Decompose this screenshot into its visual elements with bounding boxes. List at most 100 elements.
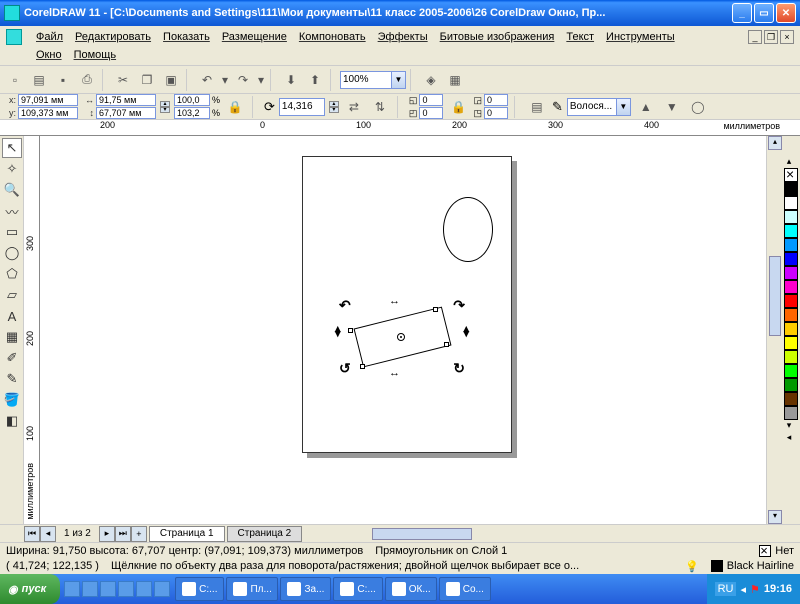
copy-button[interactable]: ❐ bbox=[136, 69, 158, 91]
blend-tool[interactable]: ▦ bbox=[2, 327, 22, 347]
rotate-handle-br[interactable]: ↻ bbox=[453, 360, 465, 377]
doc-close[interactable]: × bbox=[780, 30, 794, 44]
rectangle-tool[interactable]: ▭ bbox=[2, 222, 22, 242]
shape-tool[interactable]: ✧ bbox=[2, 159, 22, 179]
height-input[interactable] bbox=[96, 107, 156, 119]
swatch[interactable] bbox=[784, 350, 798, 364]
swatch[interactable] bbox=[784, 392, 798, 406]
add-page-button[interactable]: + bbox=[131, 526, 147, 542]
scale-y-input[interactable] bbox=[174, 107, 210, 119]
menu-help[interactable]: Помощь bbox=[68, 46, 123, 64]
language-indicator[interactable]: RU bbox=[715, 582, 737, 596]
node-handle[interactable] bbox=[360, 364, 365, 369]
chevron-down-icon[interactable]: ▼ bbox=[392, 71, 406, 89]
undo-button[interactable]: ↶ bbox=[196, 69, 218, 91]
ruler-vertical[interactable]: 100 200 300 миллиметров bbox=[24, 136, 40, 524]
scrollbar-vertical[interactable]: ▴ ▾ bbox=[766, 136, 782, 524]
swatch[interactable] bbox=[784, 238, 798, 252]
to-front-button[interactable]: ▲ bbox=[635, 96, 657, 118]
basic-shapes-tool[interactable]: ▱ bbox=[2, 285, 22, 305]
menu-arrange[interactable]: Компоновать bbox=[293, 28, 372, 46]
ellipse-tool[interactable]: ◯ bbox=[2, 243, 22, 263]
zoom-input[interactable] bbox=[340, 71, 392, 89]
swatch[interactable] bbox=[784, 280, 798, 294]
menu-layout[interactable]: Размещение bbox=[216, 28, 293, 46]
clock[interactable]: 19:16 bbox=[764, 583, 792, 595]
last-page-button[interactable]: ⏭ bbox=[115, 526, 131, 542]
doc-restore[interactable]: ❐ bbox=[764, 30, 778, 44]
swatch[interactable] bbox=[784, 322, 798, 336]
scrollbar-horizontal[interactable] bbox=[312, 527, 800, 541]
maximize-button[interactable]: ▭ bbox=[754, 3, 774, 23]
menu-text[interactable]: Текст bbox=[560, 28, 600, 46]
taskbar-item[interactable]: C:... bbox=[333, 577, 382, 601]
undo-drop[interactable]: ▾ bbox=[220, 69, 230, 91]
zoom-tool[interactable]: 🔍 bbox=[2, 180, 22, 200]
polygon-tool[interactable]: ⬠ bbox=[2, 264, 22, 284]
page-tab-1[interactable]: Страница 1 bbox=[149, 526, 225, 542]
tray-icon[interactable]: ◂ bbox=[740, 583, 746, 596]
swatch[interactable] bbox=[784, 252, 798, 266]
eyedropper-tool[interactable]: ✐ bbox=[2, 348, 22, 368]
scroll-thumb-v[interactable] bbox=[769, 256, 781, 336]
convert-curves-button[interactable]: ◯ bbox=[687, 96, 709, 118]
ql-icon[interactable] bbox=[154, 581, 170, 597]
close-button[interactable]: ✕ bbox=[776, 3, 796, 23]
outline-swatch[interactable] bbox=[711, 560, 723, 572]
app-launcher-button[interactable]: ▦ bbox=[444, 69, 466, 91]
paste-button[interactable]: ▣ bbox=[160, 69, 182, 91]
menu-bitmaps[interactable]: Битовые изображения bbox=[434, 28, 561, 46]
lock-ratio-button[interactable]: 🔒 bbox=[224, 96, 246, 118]
fill-swatch[interactable] bbox=[759, 545, 771, 557]
swatch[interactable] bbox=[784, 406, 798, 420]
wrap-button[interactable]: ▤ bbox=[526, 96, 548, 118]
taskbar-item[interactable]: C:... bbox=[175, 577, 224, 601]
rotation-input[interactable] bbox=[279, 98, 325, 116]
palette-down[interactable]: ▾ bbox=[782, 420, 796, 432]
ql-icon[interactable] bbox=[64, 581, 80, 597]
outline-tool[interactable]: ✎ bbox=[2, 369, 22, 389]
width-input[interactable] bbox=[96, 94, 156, 106]
import-button[interactable]: ⬇ bbox=[280, 69, 302, 91]
swatch[interactable] bbox=[784, 308, 798, 322]
menu-file[interactable]: Файл bbox=[30, 28, 69, 46]
pos-y-input[interactable] bbox=[18, 107, 78, 119]
cut-button[interactable]: ✂ bbox=[112, 69, 134, 91]
pick-tool[interactable]: ↖ bbox=[2, 138, 22, 158]
minimize-button[interactable]: _ bbox=[732, 3, 752, 23]
ellipse-object[interactable] bbox=[443, 197, 493, 262]
taskbar-item[interactable]: Пл... bbox=[226, 577, 278, 601]
mirror-h-button[interactable]: ⇄ bbox=[343, 96, 365, 118]
ql-icon[interactable] bbox=[118, 581, 134, 597]
menu-effects[interactable]: Эффекты bbox=[372, 28, 434, 46]
save-button[interactable]: ▪ bbox=[52, 69, 74, 91]
corel-online-button[interactable]: ◈ bbox=[420, 69, 442, 91]
menu-tools[interactable]: Инструменты bbox=[600, 28, 681, 46]
swatch-none[interactable] bbox=[784, 168, 798, 182]
skew-handle-bottom[interactable]: ↔ bbox=[389, 367, 398, 379]
swatch[interactable] bbox=[784, 336, 798, 350]
swatch[interactable] bbox=[784, 182, 798, 196]
outline-width-combo[interactable]: ▼ bbox=[567, 98, 631, 116]
print-button[interactable]: ⎙ bbox=[76, 69, 98, 91]
canvas[interactable]: ↶ ↷ ↺ ↻ ↔ ↔ ▴▾ ▴▾ bbox=[40, 136, 766, 524]
ql-icon[interactable] bbox=[82, 581, 98, 597]
first-page-button[interactable]: ⏮ bbox=[24, 526, 40, 542]
menu-window[interactable]: Окно bbox=[30, 46, 68, 64]
scroll-down-button[interactable]: ▾ bbox=[768, 510, 782, 524]
ruler-horizontal[interactable]: 200 0 100 200 300 400 миллиметров bbox=[0, 120, 800, 136]
corner1-input[interactable] bbox=[419, 94, 443, 106]
taskbar-item[interactable]: ОК... bbox=[385, 577, 437, 601]
node-handle[interactable] bbox=[444, 342, 449, 347]
node-handle[interactable] bbox=[348, 328, 353, 333]
text-tool[interactable]: A bbox=[2, 306, 22, 326]
scroll-thumb-h[interactable] bbox=[372, 528, 472, 540]
to-back-button[interactable]: ▼ bbox=[661, 96, 683, 118]
zoom-combo[interactable]: ▼ bbox=[340, 71, 406, 89]
corner3-input[interactable] bbox=[484, 94, 508, 106]
fill-tool[interactable]: 🪣 bbox=[2, 390, 22, 410]
ql-icon[interactable] bbox=[136, 581, 152, 597]
swatch[interactable] bbox=[784, 224, 798, 238]
corner-lock-button[interactable]: 🔒 bbox=[447, 96, 469, 118]
corner4-input[interactable] bbox=[484, 107, 508, 119]
